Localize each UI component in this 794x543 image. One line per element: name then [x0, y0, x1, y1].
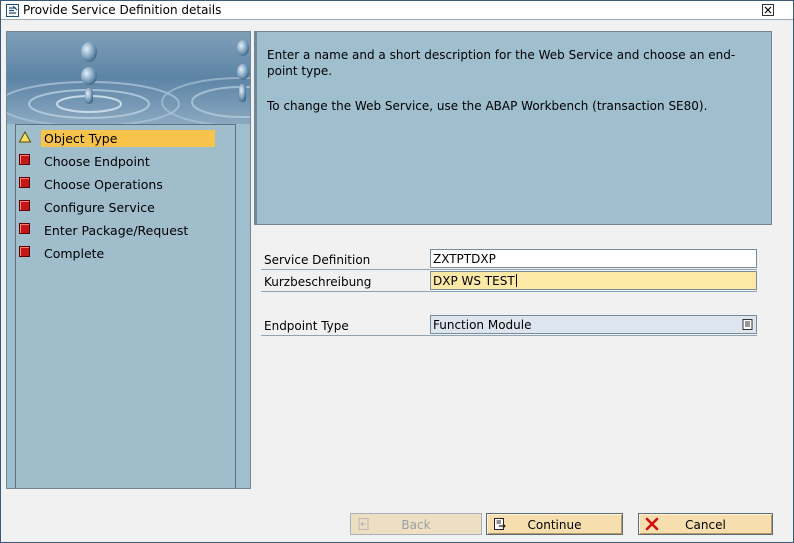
wizard-steps-list: Object Type Choose Endpoint Choose Opera…	[15, 124, 236, 488]
continue-button[interactable]: Continue	[486, 513, 623, 535]
short-description-field[interactable]: DXP WS TEST	[430, 271, 757, 290]
wizard-window: Provide Service Definition details Objec…	[0, 0, 794, 543]
step-choose-operations: Choose Operations	[16, 174, 236, 194]
step-object-type: Object Type	[16, 128, 236, 148]
service-definition-field[interactable]: ZXTPTDXP	[430, 249, 757, 268]
dropdown-list-icon[interactable]	[741, 318, 754, 331]
step-label: Configure Service	[44, 200, 155, 215]
endpoint-type-select[interactable]: Function Module	[430, 315, 757, 334]
close-icon	[764, 6, 772, 14]
pending-status-icon	[19, 177, 31, 189]
pending-status-icon	[19, 223, 31, 235]
title-bar: Provide Service Definition details	[1, 1, 793, 20]
instructions-panel: Enter a name and a short description for…	[254, 31, 772, 225]
window-icon	[6, 4, 19, 17]
window-title: Provide Service Definition details	[23, 3, 222, 17]
step-label: Choose Operations	[44, 177, 163, 192]
back-button[interactable]: Back	[350, 513, 482, 535]
pending-status-icon	[19, 246, 31, 258]
instructions-text: Enter a name and a short description for…	[267, 48, 736, 78]
continue-button-label: Continue	[527, 518, 582, 532]
step-enter-package-request: Enter Package/Request	[16, 220, 236, 240]
step-label: Complete	[44, 246, 105, 261]
service-definition-row: Service Definition ZXTPTDXP	[261, 249, 757, 270]
close-button[interactable]	[762, 4, 774, 16]
cancel-button[interactable]: Cancel	[638, 513, 773, 535]
back-button-label: Back	[401, 518, 431, 532]
warning-triangle-icon	[19, 131, 31, 143]
pending-status-icon	[19, 154, 31, 166]
water-drop-banner	[7, 32, 250, 124]
short-description-row: Kurzbeschreibung DXP WS TEST	[261, 271, 757, 292]
text-cursor	[515, 274, 517, 287]
endpoint-type-label: Endpoint Type	[264, 319, 349, 333]
pending-status-icon	[19, 200, 31, 212]
endpoint-type-row: Endpoint Type Function Module	[261, 315, 757, 336]
cancel-button-label: Cancel	[685, 518, 726, 532]
step-label: Choose Endpoint	[44, 154, 150, 169]
step-complete: Complete	[16, 243, 236, 263]
wizard-navigation-panel: Object Type Choose Endpoint Choose Opera…	[6, 31, 251, 489]
service-definition-label: Service Definition	[264, 253, 371, 267]
workbench-hint-text: To change the Web Service, use the ABAP …	[267, 99, 708, 113]
step-configure-service: Configure Service	[16, 197, 236, 217]
step-label: Object Type	[41, 130, 215, 147]
step-choose-endpoint: Choose Endpoint	[16, 151, 236, 171]
short-description-label: Kurzbeschreibung	[264, 275, 372, 289]
step-label: Enter Package/Request	[44, 223, 189, 238]
